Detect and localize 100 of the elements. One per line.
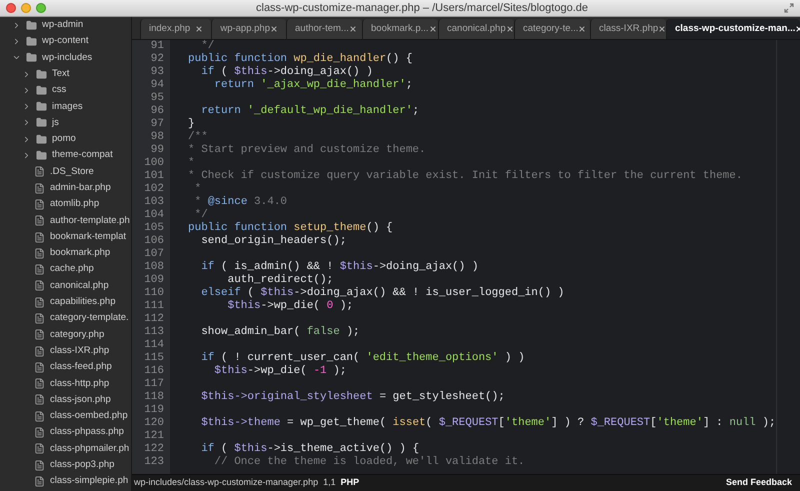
chevron-right-icon[interactable] (12, 36, 21, 46)
line-number: 121 (143, 430, 165, 443)
code-line: $this->wp_die( 0 ); (226, 300, 354, 312)
file-item[interactable]: class-simplepie.ph (0, 473, 131, 490)
file-item[interactable]: author-template.ph (0, 212, 131, 229)
code-line: } (188, 118, 195, 130)
file-item[interactable]: bookmark.php (0, 245, 131, 262)
folder-item[interactable]: theme-compat (0, 147, 131, 164)
tab[interactable]: index.php (140, 19, 212, 39)
tab[interactable]: canonical.php (438, 19, 514, 39)
file-item[interactable]: category.php (0, 326, 131, 343)
folder-item[interactable]: Text (0, 66, 131, 82)
file-icon (34, 312, 45, 324)
file-icon (34, 460, 45, 471)
file-item[interactable]: class-oembed.php (0, 408, 131, 424)
close-icon[interactable] (658, 25, 666, 33)
cursor-position: 1,1 (323, 476, 336, 490)
file-icon (34, 476, 45, 487)
folder-item[interactable]: pomo (0, 131, 131, 148)
file-icon (34, 346, 45, 357)
chevron-right-icon[interactable] (22, 134, 31, 144)
file-item[interactable]: canonical.php (0, 278, 131, 294)
folder-item[interactable]: wp-content (0, 33, 131, 50)
line-number: 95 (150, 92, 165, 105)
folder-item[interactable]: js (0, 114, 131, 132)
send-feedback-link[interactable]: Send Feedback (726, 476, 792, 490)
chevron-right-icon[interactable] (22, 70, 31, 79)
line-number: 97 (150, 118, 165, 131)
zoom-window-button[interactable] (36, 3, 46, 13)
line-number: 115 (143, 352, 165, 365)
code-line: return '_ajax_wp_die_handler'; (213, 79, 412, 91)
folder-item[interactable]: css (0, 82, 131, 98)
file-item[interactable]: class-phpmailer.ph (0, 440, 131, 458)
code-line: /** (188, 131, 208, 143)
line-number: 107 (143, 248, 165, 261)
line-number: 112 (143, 313, 165, 326)
fullscreen-icon[interactable] (784, 3, 794, 13)
line-number: 102 (143, 183, 165, 196)
folder-icon (36, 134, 47, 145)
file-icon (34, 362, 45, 373)
folder-item[interactable]: wp-includes (0, 50, 131, 66)
code-line: if ( $this->is_theme_active() ) { (200, 443, 420, 455)
file-item[interactable]: class-pop3.php (0, 457, 131, 474)
tab[interactable]: wp-app.php (211, 19, 286, 39)
file-icon (34, 427, 45, 438)
file-item[interactable]: atomlib.php (0, 196, 131, 213)
file-item[interactable]: capabilities.php (0, 294, 131, 310)
file-item[interactable]: bookmark-templat (0, 228, 131, 246)
code-line: elseif ( $this->doing_ajax() && ! is_user_logged_in() ) (200, 287, 564, 299)
folder-icon (26, 36, 37, 47)
syntax-label[interactable]: PHP (340, 476, 360, 490)
line-number: 110 (143, 287, 165, 300)
file-icon (34, 280, 45, 292)
code-line: return '_default_wp_die_handler'; (200, 105, 420, 117)
close-window-button[interactable] (6, 3, 16, 13)
chevron-right-icon[interactable] (22, 151, 31, 160)
folder-item[interactable]: images (0, 98, 131, 115)
line-number: 114 (143, 339, 165, 352)
chevron-right-icon[interactable] (22, 86, 31, 95)
tab[interactable]: class-IXR.php (590, 19, 666, 39)
code-line: * Check if customize query variable exist. Init filters to filter the current theme. (188, 170, 742, 182)
file-icon (34, 329, 45, 340)
chevron-right-icon[interactable] (22, 102, 31, 112)
file-item[interactable]: category-template. (0, 310, 131, 327)
code-line: show_admin_bar( false ); (200, 326, 360, 338)
line-number: 123 (143, 456, 165, 469)
folder-icon (36, 84, 47, 96)
tab[interactable]: author-tem... (286, 19, 362, 39)
line-number: 93 (150, 66, 165, 79)
tab[interactable]: category-te... (514, 19, 590, 39)
code-line: * (188, 157, 195, 169)
file-item[interactable]: class-IXR.php (0, 342, 131, 360)
line-number: 122 (143, 443, 165, 456)
code-line: $this->wp_die( -1 ); (213, 365, 346, 377)
folder-icon (26, 52, 37, 64)
folder-item[interactable]: wp-admin (0, 17, 131, 34)
tab[interactable]: class-wp-customize-man... (666, 19, 800, 39)
line-number: 119 (143, 404, 165, 417)
code-line: if ( is_admin() && ! $this->doing_ajax() ) (200, 261, 478, 273)
tab[interactable]: bookmark.p... (362, 19, 438, 39)
chevron-right-icon[interactable] (12, 20, 21, 30)
file-item[interactable]: cache.php (0, 261, 131, 278)
file-item[interactable]: class-phpass.php (0, 424, 131, 441)
line-number: 120 (143, 417, 165, 430)
file-item[interactable]: .DS_Store (0, 164, 131, 180)
file-icon (34, 166, 45, 178)
file-item[interactable]: class-http.php (0, 376, 131, 392)
line-number: 98 (150, 131, 165, 144)
line-number: 99 (150, 144, 165, 157)
line-number: 116 (143, 365, 165, 378)
line-number: 103 (143, 196, 165, 209)
file-item[interactable]: admin-bar.php (0, 180, 131, 196)
line-number: 108 (143, 261, 165, 274)
line-number: 113 (143, 326, 165, 339)
line-number: 118 (143, 391, 165, 404)
file-item[interactable]: class-json.php (0, 392, 131, 408)
file-icon (34, 198, 45, 210)
file-item[interactable]: class-feed.php (0, 359, 131, 376)
line-number: 109 (143, 274, 165, 287)
chevron-right-icon[interactable] (22, 118, 31, 128)
